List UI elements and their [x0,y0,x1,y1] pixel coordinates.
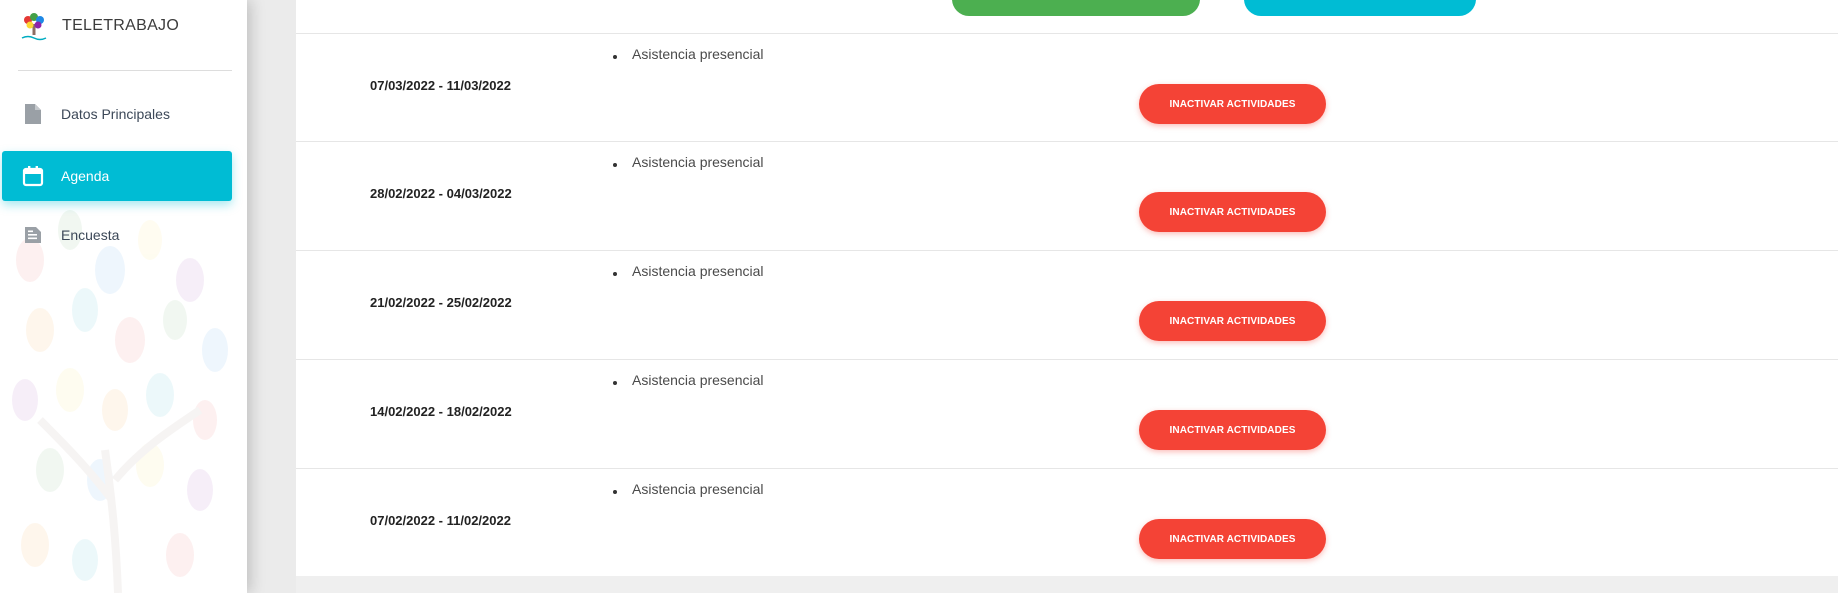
list-bullet [613,490,617,494]
brand[interactable]: TELETRABAJO [18,8,179,44]
week-row: 07/03/2022 - 11/03/2022 Asistencia prese… [296,33,1838,142]
sidebar-item-datos-principales[interactable]: Datos Principales [2,89,232,139]
week-range: 21/02/2022 - 25/02/2022 [370,295,512,310]
app-title: TELETRABAJO [62,17,180,34]
content-footer [296,576,1838,593]
calendar-icon [21,164,45,188]
list-bullet [613,163,617,167]
agenda-panel: 07/03/2022 - 11/03/2022 Asistencia prese… [296,0,1838,576]
week-range: 14/02/2022 - 18/02/2022 [370,404,512,419]
brand-divider [18,70,232,71]
list-bullet [613,55,617,59]
page-gutter [247,0,296,593]
sidebar-item-label: Datos Principales [61,106,170,122]
activity-item: Asistencia presencial [632,263,764,279]
inactivate-activities-button[interactable]: INACTIVAR ACTIVIDADES [1139,410,1326,450]
sidebar-item-encuesta[interactable]: Encuesta [2,210,232,260]
document-icon [21,102,45,126]
week-range: 07/03/2022 - 11/03/2022 [370,78,511,93]
inactivate-activities-button[interactable]: INACTIVAR ACTIVIDADES [1139,192,1326,232]
sidebar-item-agenda[interactable]: Agenda [2,151,232,201]
week-row: 07/02/2022 - 11/02/2022 Asistencia prese… [296,468,1838,577]
inactivate-activities-button[interactable]: INACTIVAR ACTIVIDADES [1139,519,1326,559]
week-range: 28/02/2022 - 04/03/2022 [370,186,512,201]
cyan-action-button[interactable] [1244,0,1476,16]
activity-item: Asistencia presencial [632,372,764,388]
inactivate-activities-button[interactable]: INACTIVAR ACTIVIDADES [1139,84,1326,124]
week-range: 07/02/2022 - 11/02/2022 [370,513,511,528]
activity-item: Asistencia presencial [632,46,764,62]
sidebar-item-label: Agenda [61,168,110,184]
list-bullet [613,272,617,276]
activity-item: Asistencia presencial [632,481,764,497]
green-action-button[interactable] [952,0,1200,16]
activity-item: Asistencia presencial [632,154,764,170]
tree-logo-icon [21,13,47,41]
note-icon [21,223,45,247]
week-row: 28/02/2022 - 04/03/2022 Asistencia prese… [296,141,1838,250]
sidebar-item-label: Encuesta [61,227,120,243]
week-row: 21/02/2022 - 25/02/2022 Asistencia prese… [296,250,1838,359]
week-row: 14/02/2022 - 18/02/2022 Asistencia prese… [296,359,1838,468]
sidebar: TELETRABAJO Datos Principales Agenda Enc… [0,0,247,593]
inactivate-activities-button[interactable]: INACTIVAR ACTIVIDADES [1139,301,1326,341]
list-bullet [613,381,617,385]
